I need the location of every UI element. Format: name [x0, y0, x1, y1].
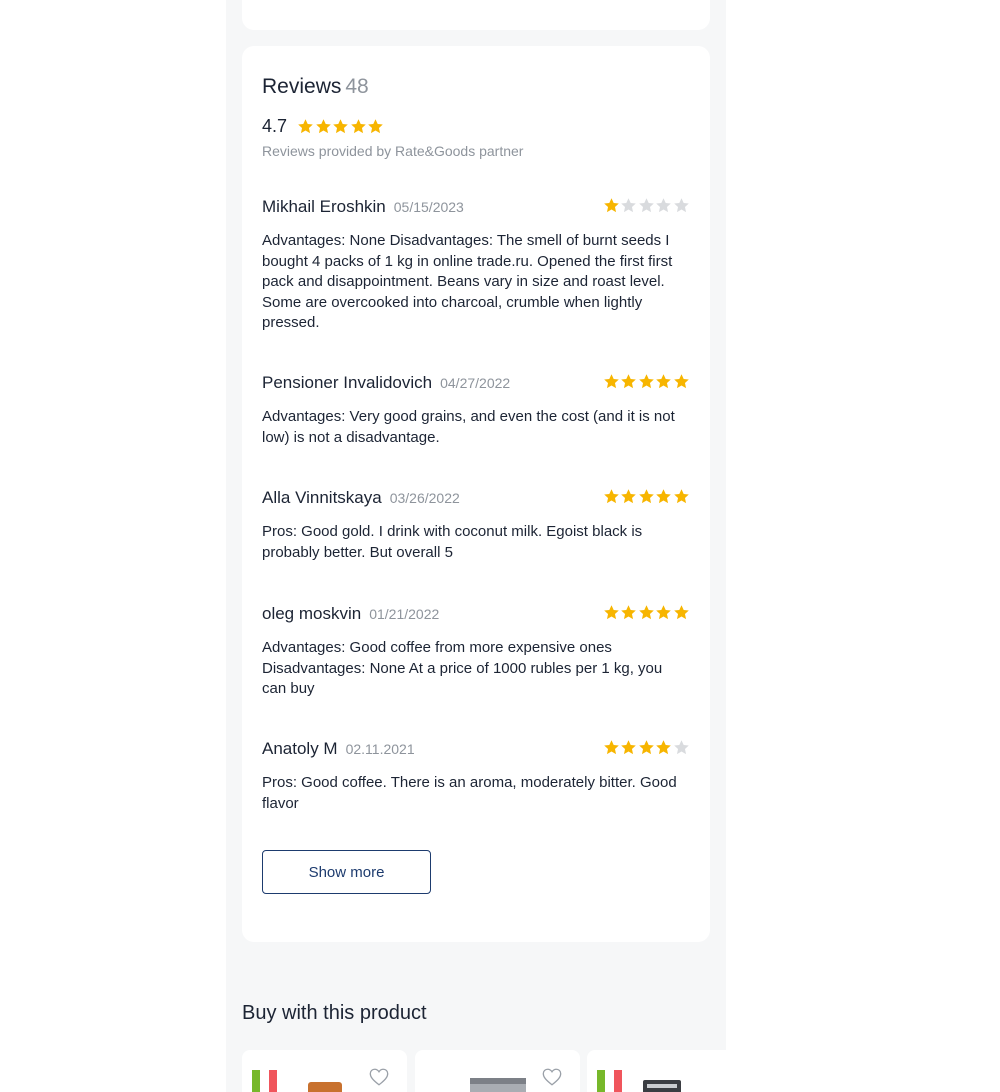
- star-filled-icon: [603, 373, 620, 390]
- reviews-title: Reviews 48: [262, 75, 369, 99]
- star-filled-icon: [620, 373, 637, 390]
- previous-section-card: [242, 0, 710, 30]
- product-image: [643, 1080, 681, 1092]
- star-filled-icon: [315, 118, 332, 135]
- star-filled-icon: [620, 488, 637, 505]
- star-filled-icon: [638, 739, 655, 756]
- star-filled-icon: [603, 604, 620, 621]
- heart-icon[interactable]: [541, 1066, 563, 1088]
- star-filled-icon: [638, 604, 655, 621]
- review-author: Pensioner Invalidovich: [262, 373, 433, 392]
- show-more-button[interactable]: Show more: [262, 850, 431, 894]
- overall-stars: [297, 118, 385, 135]
- review-text: Advantages: Good coffee from more expens…: [262, 639, 663, 697]
- review-stars: [603, 739, 691, 756]
- review-item: oleg moskvin 01/21/2022 Advantages: Good …: [262, 604, 690, 700]
- review-date: 04/27/2022: [440, 375, 511, 391]
- star-filled-icon: [620, 604, 637, 621]
- review-item: Pensioner Invalidovich 04/27/2022 Advanta…: [262, 373, 690, 448]
- product-image: [470, 1078, 526, 1092]
- review-item: Alla Vinnitskaya 03/26/2022 Pros: Good go…: [262, 488, 690, 563]
- review-stars: [603, 604, 691, 621]
- star-filled-icon: [620, 739, 637, 756]
- star-empty-icon: [673, 197, 690, 214]
- star-empty-icon: [620, 197, 637, 214]
- star-filled-icon: [655, 373, 672, 390]
- review-date: 01/21/2022: [369, 606, 440, 622]
- italy-flag-icon: [252, 1070, 277, 1092]
- star-filled-icon: [350, 118, 367, 135]
- reviews-count: 48: [345, 75, 369, 98]
- product-card[interactable]: [415, 1050, 580, 1092]
- product-card[interactable]: [587, 1050, 726, 1092]
- star-filled-icon: [367, 118, 384, 135]
- star-filled-icon: [603, 488, 620, 505]
- review-stars: [603, 373, 691, 390]
- star-filled-icon: [638, 488, 655, 505]
- star-filled-icon: [673, 604, 690, 621]
- review-author: oleg moskvin: [262, 604, 362, 623]
- star-filled-icon: [332, 118, 349, 135]
- review-text: Advantages: Very good grains, and even t…: [262, 408, 675, 446]
- reviews-provider-note: Reviews provided by Rate&Goods partner: [262, 143, 524, 159]
- star-filled-icon: [655, 488, 672, 505]
- star-empty-icon: [655, 197, 672, 214]
- product-card[interactable]: [242, 1050, 407, 1092]
- review-text: Pros: Good coffee. There is an aroma, mo…: [262, 774, 677, 812]
- review-author: Alla Vinnitskaya: [262, 488, 382, 507]
- review-stars: [603, 197, 691, 214]
- rating-value: 4.7: [262, 116, 288, 136]
- star-filled-icon: [655, 604, 672, 621]
- product-image: [308, 1082, 342, 1092]
- star-empty-icon: [638, 197, 655, 214]
- page-column: Reviews 48 4.7 Reviews provided by Rate&G…: [226, 0, 726, 1092]
- reviews-card: Reviews 48 4.7 Reviews provided by Rate&G…: [242, 46, 710, 942]
- review-date: 05/15/2023: [393, 199, 464, 215]
- review-author: Mikhail Eroshkin: [262, 197, 386, 216]
- review-text: Pros: Good gold. I drink with coconut mi…: [262, 523, 643, 561]
- star-filled-icon: [603, 739, 620, 756]
- buy-with-title: Buy with this product: [242, 1002, 427, 1024]
- star-filled-icon: [297, 118, 314, 135]
- star-filled-icon: [603, 197, 620, 214]
- review-author: Anatoly M: [262, 739, 338, 758]
- review-text: Advantages: None Disadvantages: The smel…: [262, 232, 673, 331]
- star-filled-icon: [673, 373, 690, 390]
- star-filled-icon: [638, 373, 655, 390]
- overall-rating: 4.7: [262, 116, 385, 137]
- heart-icon[interactable]: [368, 1066, 390, 1088]
- star-filled-icon: [673, 488, 690, 505]
- review-date: 02.11.2021: [345, 741, 415, 757]
- review-item: Anatoly M 02.11.2021 Pros: Good coffee. T…: [262, 739, 690, 814]
- review-date: 03/26/2022: [389, 490, 460, 506]
- star-empty-icon: [673, 739, 690, 756]
- review-stars: [603, 488, 691, 505]
- star-filled-icon: [655, 739, 672, 756]
- italy-flag-icon: [597, 1070, 622, 1092]
- review-item: Mikhail Eroshkin 05/15/2023 Advantages: N…: [262, 197, 690, 334]
- reviews-heading: Reviews: [262, 75, 342, 98]
